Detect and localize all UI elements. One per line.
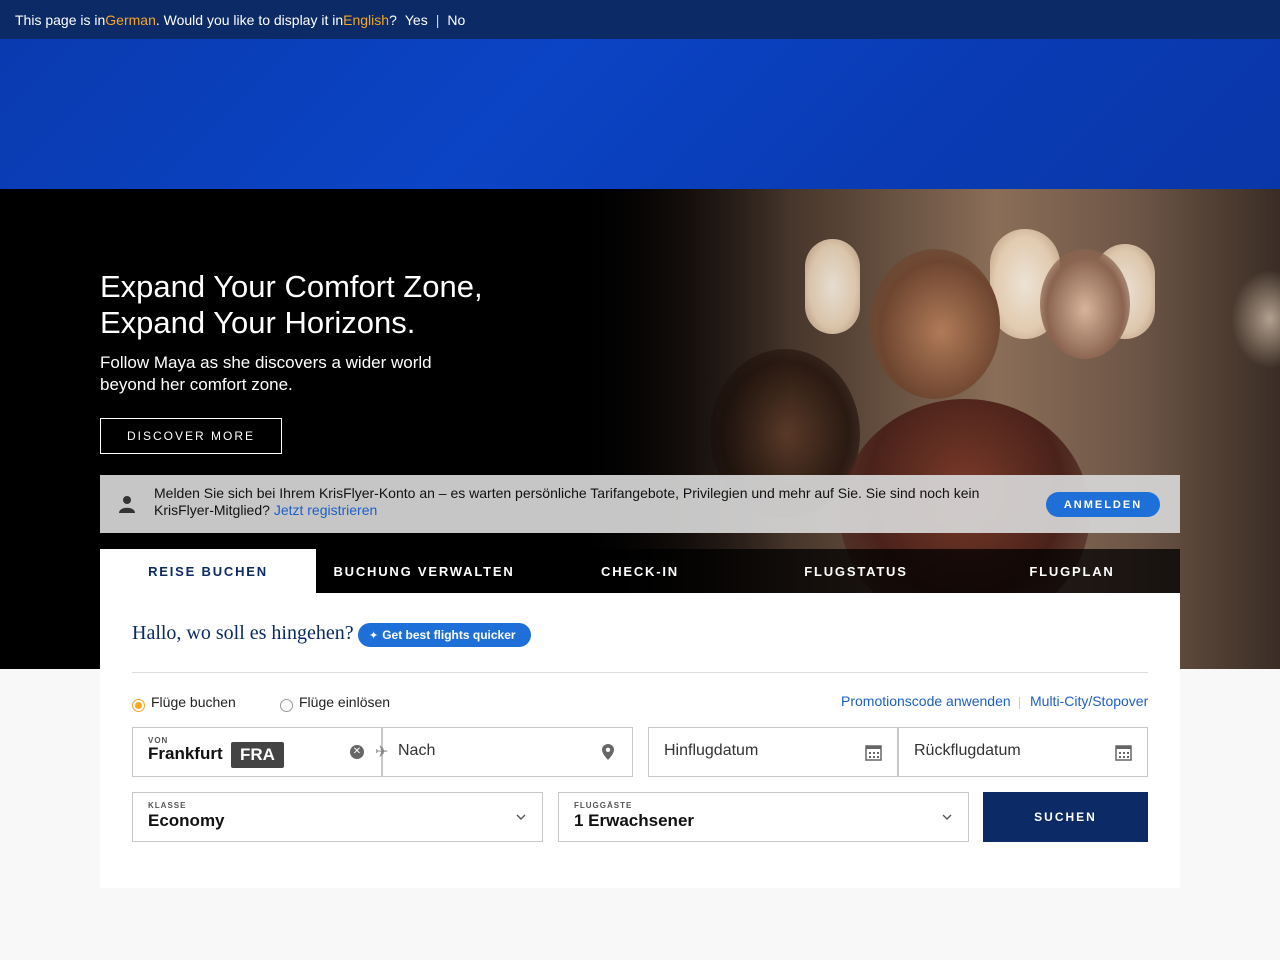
translate-suffix: ?	[389, 11, 397, 28]
from-city: Frankfurt	[148, 744, 223, 763]
depart-date-field[interactable]: Hinflugdatum	[648, 727, 898, 777]
multi-city-link[interactable]: Multi-City/Stopover	[1030, 693, 1148, 709]
pax-value: 1 Erwachsener	[574, 811, 695, 830]
sparkle-icon: ✦	[369, 629, 379, 642]
radio-label: Flüge buchen	[151, 693, 236, 710]
location-pin-icon	[602, 744, 614, 760]
tab-book-trip[interactable]: REISE BUCHEN	[100, 549, 316, 593]
tab-flight-schedule[interactable]: FLUGPLAN	[964, 549, 1180, 593]
tab-check-in[interactable]: CHECK-IN	[532, 549, 748, 593]
translate-bar: This page is in German . Would you like …	[0, 0, 1280, 39]
radio-redeem-flights[interactable]: Flüge einlösen	[280, 691, 390, 712]
ai-quick-search-button[interactable]: ✦ Get best flights quicker	[358, 623, 531, 647]
clear-icon[interactable]: ✕	[350, 745, 364, 759]
user-icon	[119, 496, 135, 513]
translate-prefix: This page is in	[15, 11, 106, 28]
radio-dot	[132, 699, 145, 712]
translate-separator: |	[435, 11, 440, 28]
booking-panel: Hallo, wo soll es hingehen? ✦ Get best f…	[100, 593, 1180, 888]
hero-title-line: Expand Your Horizons.	[100, 305, 416, 340]
plane-icon: ✈	[375, 744, 389, 761]
search-button[interactable]: SUCHEN	[983, 792, 1148, 842]
hero-subtitle-line: Follow Maya as she discovers a wider wor…	[100, 353, 432, 372]
header-band	[0, 39, 1280, 189]
return-placeholder: Rückflugdatum	[914, 742, 1021, 759]
class-label: KLASSE	[148, 801, 187, 810]
discover-more-button[interactable]: DISCOVER MORE	[100, 418, 282, 454]
radio-label: Flüge einlösen	[299, 693, 391, 710]
translate-yes-button[interactable]: Yes	[405, 12, 428, 28]
panel-divider	[132, 672, 1148, 673]
passengers-select[interactable]: FLUGGÄSTE 1 Erwachsener	[558, 792, 969, 842]
hero-subtitle-line: beyond her comfort zone.	[100, 375, 293, 394]
cabin-window	[805, 239, 860, 334]
translate-source-lang: German	[105, 11, 156, 28]
booking-tabs: REISE BUCHEN BUCHUNG VERWALTEN CHECK-IN …	[100, 549, 1180, 593]
person-figure	[1040, 249, 1130, 359]
login-message: Melden Sie sich bei Ihrem KrisFlyer-Kont…	[154, 485, 1014, 519]
chevron-down-icon	[516, 814, 526, 820]
tab-flight-status[interactable]: FLUGSTATUS	[748, 549, 964, 593]
radio-book-flights[interactable]: Flüge buchen	[132, 691, 236, 712]
from-airport-code: FRA	[231, 742, 284, 768]
promo-code-link[interactable]: Promotionscode anwenden	[841, 693, 1011, 709]
person-figure	[870, 249, 1000, 399]
chevron-down-icon	[942, 814, 952, 820]
translate-middle: . Would you like to display it in	[155, 11, 344, 28]
to-placeholder: Nach	[398, 742, 436, 759]
radio-dot	[280, 699, 293, 712]
class-value: Economy	[148, 811, 225, 830]
login-banner: Melden Sie sich bei Ihrem KrisFlyer-Kont…	[100, 475, 1180, 533]
from-field[interactable]: VON Frankfurt FRA ✕	[132, 727, 382, 777]
calendar-icon	[1115, 745, 1132, 761]
to-field[interactable]: Nach	[382, 727, 633, 777]
ai-pill-label: Get best flights quicker	[382, 628, 516, 642]
register-link[interactable]: Jetzt registrieren	[274, 502, 377, 518]
cabin-class-select[interactable]: KLASSE Economy	[132, 792, 543, 842]
hero-subtitle: Follow Maya as she discovers a wider wor…	[100, 352, 480, 396]
return-date-field[interactable]: Rückflugdatum	[898, 727, 1148, 777]
depart-placeholder: Hinflugdatum	[664, 742, 759, 759]
tab-manage-booking[interactable]: BUCHUNG VERWALTEN	[316, 549, 532, 593]
hero-title-line: Expand Your Comfort Zone,	[100, 269, 483, 304]
link-separator	[1019, 697, 1020, 709]
calendar-icon	[865, 745, 882, 761]
hero-title: Expand Your Comfort Zone, Expand Your Ho…	[100, 269, 560, 341]
pax-label: FLUGGÄSTE	[574, 801, 633, 810]
translate-no-button[interactable]: No	[447, 12, 465, 28]
translate-target-lang: English	[343, 11, 390, 28]
login-button[interactable]: ANMELDEN	[1046, 492, 1160, 517]
booking-greeting: Hallo, wo soll es hingehen?	[132, 622, 354, 644]
